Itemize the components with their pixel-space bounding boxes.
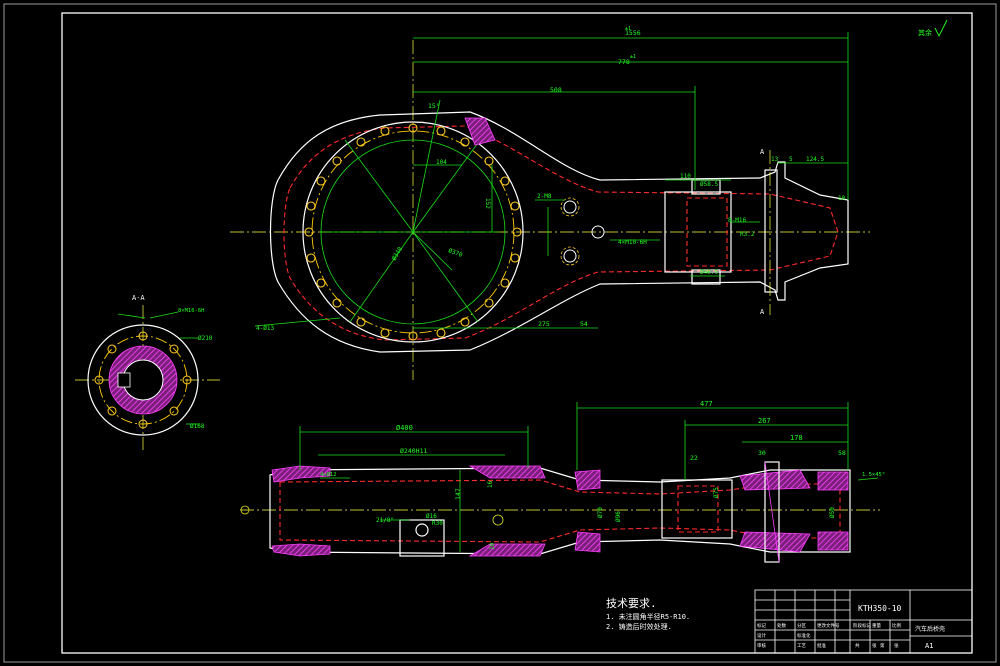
svg-text:技术要求.: 技术要求. xyxy=(606,597,657,610)
front-section-view: 477 267 178 Ø400 Ø240H11 147 Ø16 R30 21/… xyxy=(240,400,885,563)
svg-text:8-M16: 8-M16 xyxy=(728,217,746,224)
svg-text:16: 16 xyxy=(487,480,494,488)
svg-text:124.5: 124.5 xyxy=(806,156,824,163)
svg-text:13: 13 xyxy=(771,156,779,163)
svg-text:第: 第 xyxy=(880,642,885,649)
svg-text:±1: ±1 xyxy=(630,54,636,60)
technical-requirements: 技术要求. 1. 未注圆角半径R5-R10. 2. 铸造后时效处理. xyxy=(606,597,690,631)
svg-text:标记: 标记 xyxy=(757,622,766,629)
svg-text:工艺: 工艺 xyxy=(797,643,806,649)
svg-text:Ø16: Ø16 xyxy=(426,513,437,520)
svg-text:1.5×45°: 1.5×45° xyxy=(862,472,885,478)
svg-text:比例: 比例 xyxy=(892,622,901,629)
roughness-mark: 其余 xyxy=(918,19,948,38)
svg-text:阶段标记: 阶段标记 xyxy=(853,622,871,629)
svg-text:其余: 其余 xyxy=(918,28,932,37)
svg-text:30: 30 xyxy=(758,449,766,457)
svg-text:Ø240H11: Ø240H11 xyxy=(400,447,427,455)
section-view-aa: A-A 8×M16-6H Ø210 Ø168 xyxy=(75,294,220,450)
svg-text:8×M16-6H: 8×M16-6H xyxy=(178,308,205,314)
svg-text:2-M8: 2-M8 xyxy=(537,193,552,200)
svg-text:4-Ø13: 4-Ø13 xyxy=(256,325,274,332)
svg-text:4×M10-6H: 4×M10-6H xyxy=(618,239,647,246)
svg-text:A1: A1 xyxy=(925,642,933,650)
svg-text:22: 22 xyxy=(690,454,698,462)
svg-text:178: 178 xyxy=(790,434,803,442)
svg-text:R3.2: R3.2 xyxy=(740,231,755,238)
svg-text:处数: 处数 xyxy=(777,622,786,629)
svg-text:Ø58.5: Ø58.5 xyxy=(700,181,718,188)
svg-text:267: 267 xyxy=(758,417,771,425)
svg-text:Ø370: Ø370 xyxy=(447,247,463,259)
svg-text:R30: R30 xyxy=(432,520,443,527)
svg-text:152: 152 xyxy=(484,198,491,209)
svg-text:分区: 分区 xyxy=(797,622,806,629)
svg-text:标准化: 标准化 xyxy=(797,632,811,639)
svg-text:110: 110 xyxy=(680,173,691,180)
svg-text:104: 104 xyxy=(436,159,447,166)
svg-text:A-A: A-A xyxy=(132,294,145,302)
svg-text:477: 477 xyxy=(700,400,713,408)
svg-text:Ø46.5: Ø46.5 xyxy=(700,269,718,276)
svg-text:1. 未注圆角半径R5-R10.: 1. 未注圆角半径R5-R10. xyxy=(606,612,690,621)
outer-border xyxy=(3,3,997,663)
svg-text:Ø400: Ø400 xyxy=(396,424,413,432)
svg-text:508: 508 xyxy=(550,86,562,94)
svg-text:15°: 15° xyxy=(428,102,440,110)
svg-text:KTH350-10: KTH350-10 xyxy=(858,604,902,613)
svg-text:更改文件号: 更改文件号 xyxy=(817,622,840,629)
top-view: 1556 ±1 778 ±1 508 15° 104 152 275 54 11… xyxy=(230,26,870,380)
svg-text:54: 54 xyxy=(580,320,588,328)
svg-text:A: A xyxy=(760,308,765,316)
svg-text:58: 58 xyxy=(838,449,846,457)
svg-text:Ø70: Ø70 xyxy=(597,507,604,518)
svg-text:21/8": 21/8" xyxy=(376,517,394,524)
svg-text:10: 10 xyxy=(489,542,496,550)
svg-text:±1: ±1 xyxy=(625,26,631,32)
svg-text:Ø210: Ø210 xyxy=(198,335,213,342)
svg-text:10: 10 xyxy=(838,195,846,202)
svg-text:张: 张 xyxy=(872,642,877,649)
inner-border xyxy=(61,12,973,654)
svg-text:A: A xyxy=(760,148,765,156)
svg-text:Ø96: Ø96 xyxy=(615,511,622,522)
svg-text:张: 张 xyxy=(894,642,899,649)
svg-text:778: 778 xyxy=(618,58,630,66)
svg-text:汽车后桥壳: 汽车后桥壳 xyxy=(915,625,945,633)
svg-text:批准: 批准 xyxy=(817,642,826,649)
svg-text:147: 147 xyxy=(454,488,462,500)
cad-drawing-canvas: 其余 1556 ±1 778 ±1 508 15° 104 152 275 54… xyxy=(3,3,997,663)
svg-text:Ø50: Ø50 xyxy=(829,507,836,518)
svg-text:Ø168: Ø168 xyxy=(190,423,205,430)
svg-text:设计: 设计 xyxy=(757,632,766,639)
title-block: KTH350-10 汽车后桥壳 A1 标记 处数 分区 更改文件号 设计 标准化… xyxy=(754,589,973,654)
svg-text:共: 共 xyxy=(855,642,860,649)
svg-text:重量: 重量 xyxy=(872,622,881,629)
svg-text:Ø75: Ø75 xyxy=(713,487,720,498)
svg-text:4×Ø12: 4×Ø12 xyxy=(320,471,337,478)
svg-text:275: 275 xyxy=(538,320,550,328)
svg-text:审核: 审核 xyxy=(757,642,766,649)
svg-text:2. 铸造后时效处理.: 2. 铸造后时效处理. xyxy=(606,622,672,631)
svg-text:5: 5 xyxy=(789,156,793,163)
